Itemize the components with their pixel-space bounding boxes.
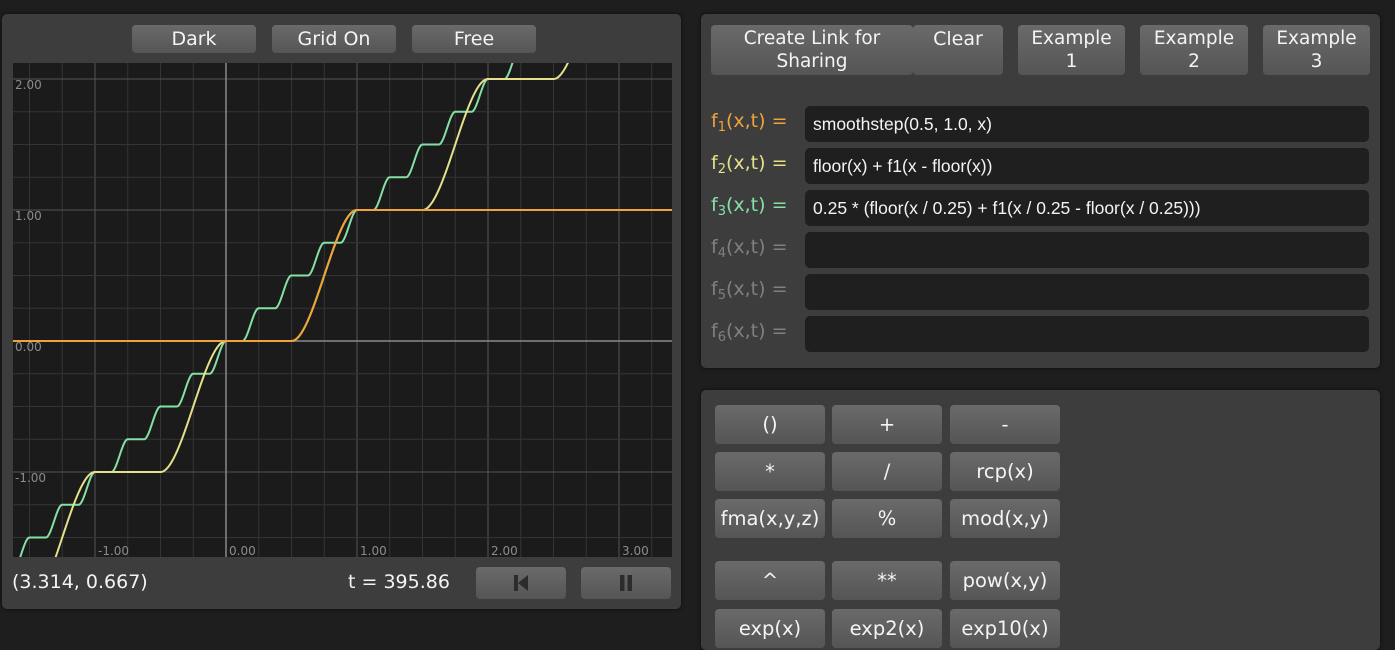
pause-icon — [620, 575, 632, 591]
function-expression-input[interactable] — [805, 106, 1369, 142]
x-tick-label: 3.00 — [622, 544, 649, 557]
function-label: f4(x,t) = — [711, 236, 788, 261]
x-tick-label: 1.00 — [360, 544, 387, 557]
plot-panel: Dark Grid On Free -1.00 0.00 1.00 2.00 3.00 2… — [2, 14, 681, 609]
function-expression-input[interactable] — [805, 148, 1369, 184]
graph-canvas[interactable]: -1.00 0.00 1.00 2.00 3.00 2.00 1.00 0.00 -1.00 — [13, 63, 672, 557]
function-label: f2(x,t) = — [711, 152, 788, 177]
operator-button[interactable]: pow(x,y) — [950, 561, 1060, 600]
operator-button[interactable]: % — [832, 499, 942, 538]
f2-curve — [54, 63, 569, 557]
clear-button[interactable]: Clear — [913, 25, 1003, 75]
function-label: f1(x,t) = — [711, 110, 788, 135]
time-readout: t = 395.86 — [348, 571, 450, 593]
create-share-link-button[interactable]: Create Link for Sharing — [711, 25, 913, 75]
grid-toggle-button[interactable]: Grid On — [272, 25, 396, 53]
rewind-button[interactable] — [476, 567, 566, 599]
theme-toggle-button[interactable]: Dark — [132, 25, 256, 53]
skip-back-icon — [514, 575, 528, 591]
operator-button[interactable]: / — [832, 452, 942, 491]
example-1-button[interactable]: Example 1 — [1018, 25, 1125, 75]
operator-button[interactable]: * — [715, 452, 825, 491]
functions-panel: Create Link for Sharing Clear Example 1 … — [701, 14, 1380, 368]
operator-button[interactable]: - — [950, 405, 1060, 444]
operator-button[interactable]: exp2(x) — [832, 609, 942, 648]
function-expression-input[interactable] — [805, 190, 1369, 226]
x-tick-label: 2.00 — [491, 544, 518, 557]
function-expression-input[interactable] — [805, 274, 1369, 310]
operator-button[interactable]: ^ — [715, 561, 825, 600]
function-label: f6(x,t) = — [711, 320, 788, 345]
example-2-button[interactable]: Example 2 — [1140, 25, 1248, 75]
function-expression-input[interactable] — [805, 232, 1369, 268]
operator-button[interactable]: mod(x,y) — [950, 499, 1060, 538]
x-tick-label: -1.00 — [98, 544, 129, 557]
operator-palette: () + - * / rcp(x) fma(x,y,z)% mod(x,y) ^ ** pow(x,… — [701, 390, 1380, 650]
operator-button[interactable]: + — [832, 405, 942, 444]
function-label: f3(x,t) = — [711, 194, 788, 219]
y-tick-label: 2.00 — [15, 78, 42, 92]
view-mode-button[interactable]: Free — [412, 25, 536, 53]
cursor-coordinates: (3.314, 0.667) — [12, 571, 148, 593]
f3-curve — [19, 63, 514, 557]
example-3-button[interactable]: Example 3 — [1263, 25, 1370, 75]
y-tick-label: 1.00 — [15, 209, 42, 223]
y-tick-label: -1.00 — [15, 471, 46, 485]
graph-svg: -1.00 0.00 1.00 2.00 3.00 2.00 1.00 0.00 -1.00 — [13, 63, 672, 557]
operator-button[interactable]: exp10(x) — [950, 609, 1060, 648]
function-label: f5(x,t) = — [711, 278, 788, 303]
operator-button[interactable]: () — [715, 405, 825, 444]
operator-button[interactable]: ** — [832, 561, 942, 600]
pause-button[interactable] — [581, 567, 671, 599]
y-tick-label: 0.00 — [15, 340, 42, 354]
x-tick-label: 0.00 — [229, 544, 256, 557]
operator-button[interactable]: fma(x,y,z) — [715, 499, 825, 538]
operator-button[interactable]: exp(x) — [715, 609, 825, 648]
operator-button[interactable]: rcp(x) — [950, 452, 1060, 491]
function-expression-input[interactable] — [805, 316, 1369, 352]
